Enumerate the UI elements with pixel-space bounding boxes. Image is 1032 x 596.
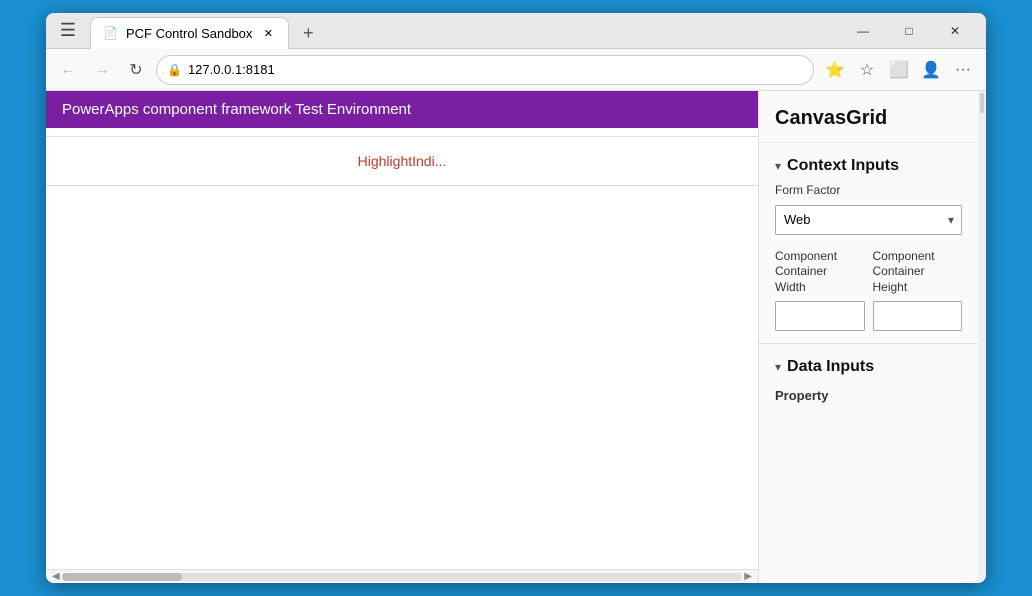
profile-icon-button[interactable]: 👤: [916, 55, 946, 85]
address-bar-input-wrapper: 🔒: [156, 55, 814, 85]
content-area: PowerApps component framework Test Envir…: [46, 91, 986, 583]
container-width-label: Component Container Width: [775, 249, 865, 296]
context-inputs-content: Form Factor Web Tablet Phone ▾ Component…: [759, 183, 978, 343]
favorites-icon: ⭐: [825, 60, 845, 80]
window-controls-left: ☰: [54, 17, 82, 45]
container-dimensions-fields: Component Container Width Component Cont…: [775, 249, 962, 332]
control-name-label: HighlightIndi...: [46, 137, 758, 185]
more-icon: ···: [955, 61, 971, 79]
scroll-right-arrow[interactable]: ▶: [742, 571, 754, 582]
data-inputs-section-header[interactable]: ▾ Data Inputs: [759, 344, 978, 384]
container-height-input[interactable]: [873, 301, 963, 331]
title-bar: ☰ 📄 PCF Control Sandbox ✕ + — □ ✕: [46, 13, 986, 49]
page-content: HighlightIndi...: [46, 128, 758, 569]
panel-scrollbar-thumb[interactable]: [980, 93, 984, 113]
tab-title: PCF Control Sandbox: [126, 26, 252, 41]
browser-toolbar-icons: ⭐ ☆ ⬜ 👤 ···: [820, 55, 978, 85]
new-tab-button[interactable]: +: [293, 19, 323, 49]
main-content: PowerApps component framework Test Envir…: [46, 91, 758, 583]
tab-close-button[interactable]: ✕: [260, 25, 276, 41]
address-input[interactable]: [188, 62, 803, 77]
container-height-group: Component Container Height: [873, 249, 963, 332]
form-factor-select-wrapper: Web Tablet Phone ▾: [775, 205, 962, 235]
app-header-text: PowerApps component framework Test Envir…: [62, 101, 411, 118]
menu-icon: ☰: [60, 20, 76, 41]
property-label: Property: [775, 384, 962, 403]
profile-icon: 👤: [921, 60, 941, 80]
right-panel-scrollbar[interactable]: [978, 91, 986, 583]
back-button[interactable]: ←: [54, 56, 82, 84]
data-inputs-chevron-icon: ▾: [775, 360, 781, 374]
scroll-area: ◀ ▶: [46, 569, 758, 583]
os-window-controls: — □ ✕: [840, 13, 978, 49]
collections-icon-button[interactable]: ☆: [852, 55, 882, 85]
collections-icon: ☆: [860, 60, 874, 80]
settings-more-button[interactable]: ···: [948, 55, 978, 85]
context-inputs-section-header[interactable]: ▾ Context Inputs: [759, 143, 978, 183]
browser-tab[interactable]: 📄 PCF Control Sandbox ✕: [90, 17, 289, 49]
split-screen-icon-button[interactable]: ⬜: [884, 55, 914, 85]
container-height-label: Component Container Height: [873, 249, 963, 296]
bottom-divider: [46, 185, 758, 186]
scroll-left-arrow[interactable]: ◀: [50, 571, 62, 582]
property-section: Property: [759, 384, 978, 411]
forward-button[interactable]: →: [88, 56, 116, 84]
security-icon: 🔒: [167, 63, 182, 77]
close-button[interactable]: ✕: [932, 13, 978, 49]
form-factor-label: Form Factor: [775, 183, 962, 199]
menu-icon-button[interactable]: ☰: [54, 17, 82, 45]
data-inputs-title: Data Inputs: [787, 358, 874, 376]
panel-title: CanvasGrid: [759, 91, 978, 143]
tab-bar: 📄 PCF Control Sandbox ✕ +: [90, 13, 840, 49]
context-inputs-title: Context Inputs: [787, 157, 899, 175]
form-factor-select[interactable]: Web Tablet Phone: [775, 205, 962, 235]
maximize-button[interactable]: □: [886, 13, 932, 49]
data-inputs-section: ▾ Data Inputs Property: [759, 343, 978, 411]
browser-window: ☰ 📄 PCF Control Sandbox ✕ + — □ ✕ ← → ↻ …: [46, 13, 986, 583]
scrollbar-thumb[interactable]: [62, 573, 182, 581]
scrollbar-track: [62, 573, 743, 581]
refresh-button[interactable]: ↻: [122, 56, 150, 84]
right-panel: CanvasGrid ▾ Context Inputs Form Factor …: [758, 91, 978, 583]
address-bar: ← → ↻ 🔒 ⭐ ☆ ⬜ 👤 ···: [46, 49, 986, 91]
container-width-group: Component Container Width: [775, 249, 865, 332]
split-screen-icon: ⬜: [889, 60, 909, 80]
tab-page-icon: 📄: [103, 26, 118, 40]
app-header: PowerApps component framework Test Envir…: [46, 91, 758, 128]
context-inputs-chevron-icon: ▾: [775, 159, 781, 173]
minimize-button[interactable]: —: [840, 13, 886, 49]
container-width-input[interactable]: [775, 301, 865, 331]
favorites-icon-button[interactable]: ⭐: [820, 55, 850, 85]
